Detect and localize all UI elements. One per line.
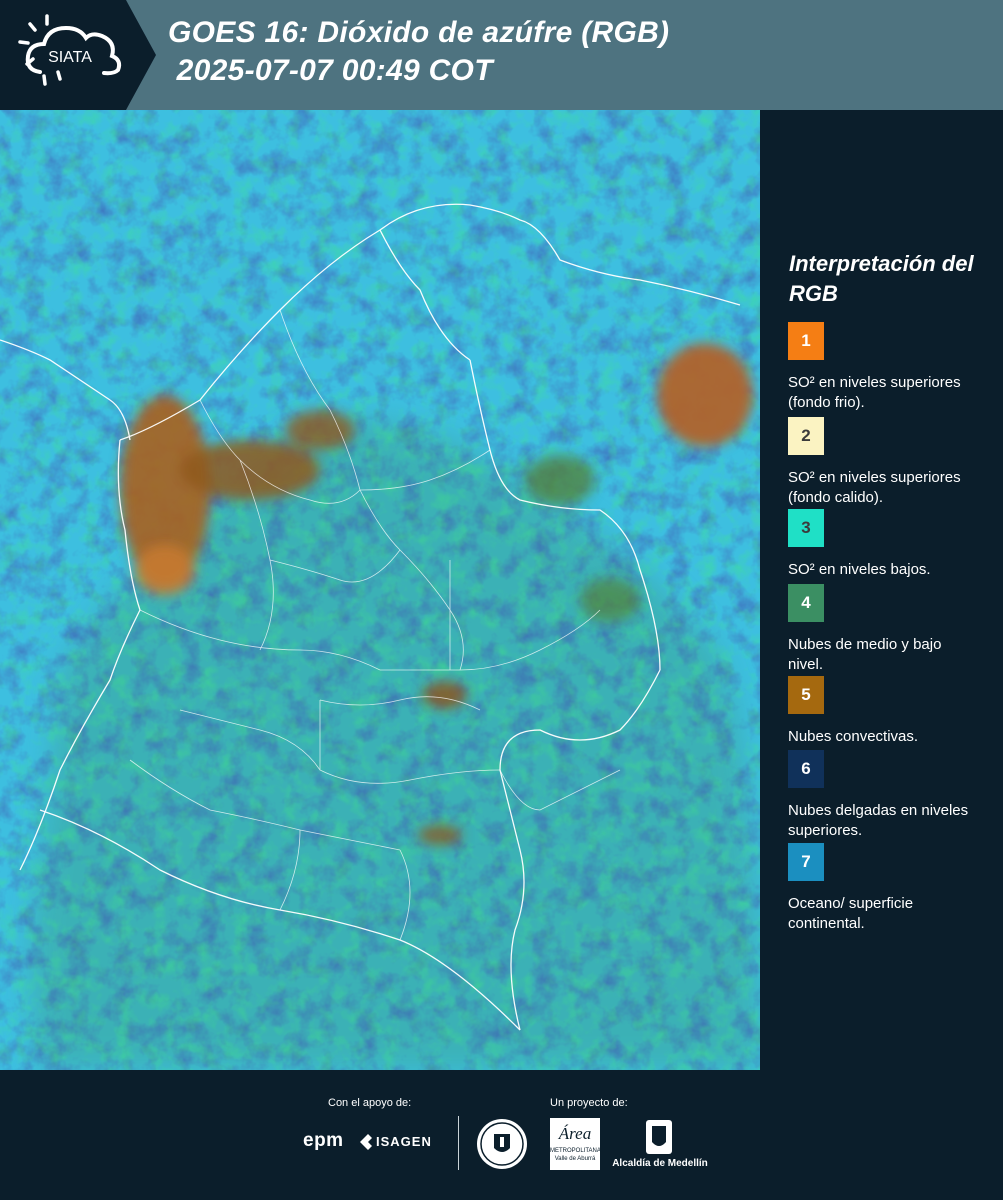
project-label: Un proyecto de: (550, 1097, 628, 1109)
svg-text:SIATA: SIATA (48, 49, 92, 66)
legend-label: SO² en niveles bajos. (788, 561, 931, 578)
page-title: GOES 16: Dióxido de azúfre (RGB) 2025-07… (168, 16, 670, 87)
legend-item-7: 7 Oceano/ superficie continental. (788, 843, 998, 934)
legend-item-6: 6 Nubes delgadas en niveles superiores. (788, 750, 998, 841)
support-label: Con el apoyo de: (328, 1097, 412, 1109)
legend-item-5: 5 Nubes convectivas. (788, 676, 998, 747)
alcaldia-medellin-logo: Alcaldía de Medellín (610, 1118, 710, 1174)
legend-swatch: 4 (788, 584, 824, 622)
legend-label: Nubes delgadas en niveles superiores. (788, 802, 969, 839)
legend-swatch: 5 (788, 676, 824, 714)
area-metropolitana-logo: Área METROPOLITANA Valle de Aburrá (550, 1118, 601, 1170)
legend-swatch: 6 (788, 750, 824, 788)
legend-label: Nubes convectivas. (788, 728, 919, 745)
satellite-product-page: SIATA GOES 16: Dióxido de azúfre (RGB) 2… (0, 0, 1003, 1200)
legend-swatch: 1 (788, 322, 824, 360)
epm-logo: epm (303, 1130, 344, 1151)
legend-swatch: 7 (788, 843, 824, 881)
footer-divider (458, 1116, 459, 1170)
siata-logo: SIATA (0, 0, 156, 110)
header-bar: SIATA GOES 16: Dióxido de azúfre (RGB) 2… (0, 0, 1003, 110)
footer-bar: Con el apoyo de: Un proyecto de: epm ISA… (0, 1070, 1003, 1200)
legend-title: Interpretación del RGB (789, 251, 974, 306)
legend-item-2: 2 SO² en niveles superiores (fondo calid… (788, 417, 998, 508)
legend-label: Oceano/ superficie continental. (788, 895, 914, 932)
legend-panel: Interpretación del RGB 1 SO² en niveles … (760, 110, 1003, 1070)
legend-swatch: 2 (788, 417, 824, 455)
legend-item-3: 3 SO² en niveles bajos. (788, 509, 998, 580)
legend-swatch: 3 (788, 509, 824, 547)
isagen-logo: ISAGEN (360, 1134, 442, 1150)
satellite-map (0, 110, 760, 1070)
coat-of-arms-icon (646, 1120, 672, 1154)
legend-label: SO² en niveles superiores (fondo frio). (788, 374, 961, 411)
legend-label: Nubes de medio y bajo nivel. (788, 636, 942, 673)
legend-label: SO² en niveles superiores (fondo calido)… (788, 469, 961, 506)
legend-item-4: 4 Nubes de medio y bajo nivel. (788, 584, 998, 675)
legend-item-1: 1 SO² en niveles superiores (fondo frio)… (788, 322, 998, 413)
universidad-medellin-seal (476, 1118, 528, 1170)
